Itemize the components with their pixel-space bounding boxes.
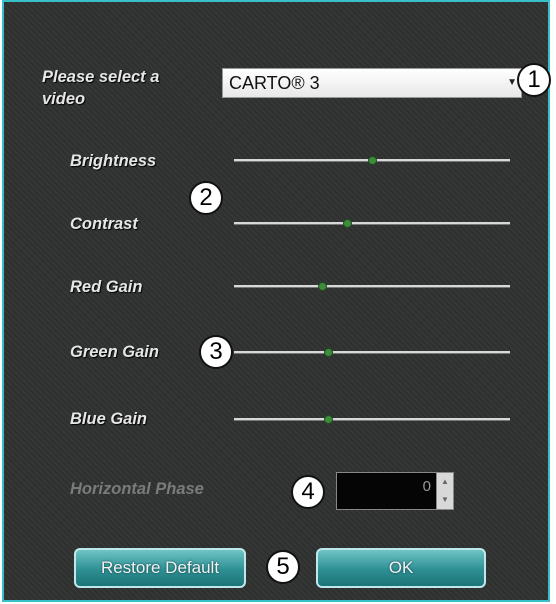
slider-label-brightness: Brightness bbox=[70, 152, 157, 170]
video-settings-dialog: Please select a video CARTO® 3 ▼ Brightn… bbox=[2, 0, 551, 602]
callout-marker: 3 bbox=[199, 335, 233, 369]
slider-brightness[interactable] bbox=[234, 156, 510, 165]
restore-default-button[interactable]: Restore Default bbox=[74, 548, 246, 588]
slider-thumb[interactable] bbox=[343, 219, 353, 228]
slider-label-blue-gain: Blue Gain bbox=[70, 410, 148, 428]
callout-marker: 4 bbox=[291, 475, 325, 509]
video-select-label: Please select a video bbox=[42, 68, 160, 108]
slider-contrast[interactable] bbox=[234, 219, 510, 228]
video-select-value: CARTO® 3 bbox=[229, 73, 320, 93]
horizontal-phase-label: Horizontal Phase bbox=[70, 480, 204, 498]
slider-thumb[interactable] bbox=[323, 348, 333, 357]
slider-thumb[interactable] bbox=[368, 156, 377, 165]
slider-label-red-gain: Red Gain bbox=[70, 278, 143, 296]
callout-marker: 5 bbox=[266, 550, 300, 584]
slider-red-gain[interactable] bbox=[234, 282, 510, 291]
slider-label-green-gain: Green Gain bbox=[70, 343, 159, 361]
slider-blue-gain[interactable] bbox=[234, 415, 510, 424]
spin-arrows[interactable]: ▲ ▼ bbox=[436, 473, 453, 509]
slider-thumb[interactable] bbox=[318, 282, 328, 291]
spin-down-icon[interactable]: ▼ bbox=[437, 491, 453, 509]
horizontal-phase-value: 0 bbox=[422, 478, 431, 495]
spin-up-icon[interactable]: ▲ bbox=[437, 473, 453, 491]
slider-thumb[interactable] bbox=[323, 415, 333, 424]
callout-marker: 2 bbox=[189, 181, 223, 215]
horizontal-phase-spinbox[interactable]: 0 ▲ ▼ bbox=[336, 472, 454, 510]
callout-marker: 1 bbox=[517, 63, 551, 97]
dropdown-arrow-icon[interactable]: ▼ bbox=[507, 69, 517, 97]
video-select[interactable]: CARTO® 3 ▼ bbox=[222, 68, 522, 98]
ok-button[interactable]: OK bbox=[316, 548, 486, 588]
slider-label-contrast: Contrast bbox=[70, 215, 138, 233]
slider-green-gain[interactable] bbox=[234, 348, 510, 357]
